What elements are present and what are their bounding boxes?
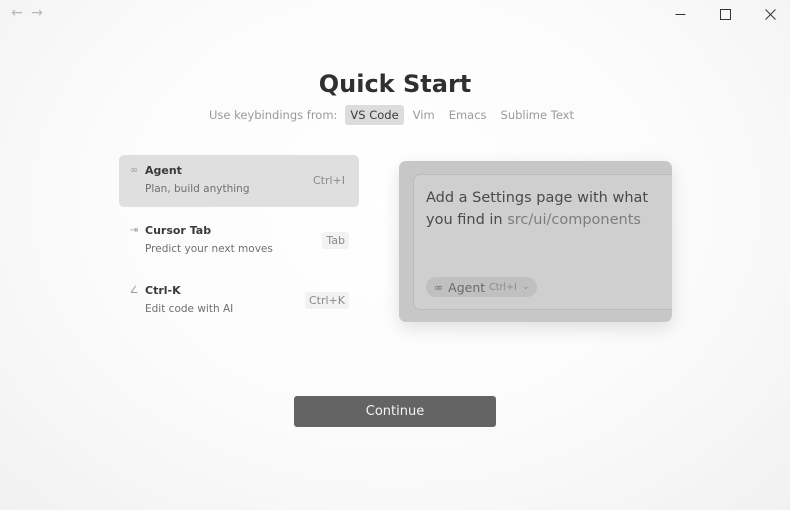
- mode-selector[interactable]: ∞ Agent Ctrl+I ⌄: [426, 277, 538, 297]
- keybindings-selector: Use keybindings from: VS Code Vim Emacs …: [0, 105, 790, 125]
- mode-shortcut: Ctrl+I: [489, 281, 517, 293]
- title-bar: ← →: [0, 0, 790, 28]
- pencil-icon: ∠: [129, 285, 139, 296]
- keybinding-option-vim[interactable]: Vim: [408, 105, 440, 125]
- feature-title: Cursor Tab: [145, 224, 212, 237]
- tab-arrow-icon: ⇥: [129, 225, 139, 236]
- maximize-icon[interactable]: [702, 0, 748, 28]
- feature-description: Predict your next moves: [145, 243, 273, 255]
- keybinding-option-sublime[interactable]: Sublime Text: [496, 105, 579, 125]
- demo-prompt-text: Add a Settings page with what you find i…: [426, 187, 664, 231]
- infinity-icon: ∞: [434, 280, 444, 294]
- arrow-right-icon[interactable]: →: [29, 5, 45, 21]
- keybinding-option-emacs[interactable]: Emacs: [444, 105, 492, 125]
- feature-shortcut: Ctrl+K: [304, 292, 349, 309]
- mode-label: Agent: [448, 279, 486, 295]
- continue-button[interactable]: Continue: [294, 396, 496, 427]
- feature-item-cursor-tab[interactable]: ⇥ Cursor Tab Predict your next moves Tab: [119, 215, 359, 267]
- feature-item-agent[interactable]: ∞ Agent Plan, build anything Ctrl+I: [119, 155, 359, 207]
- close-icon[interactable]: [747, 0, 790, 28]
- demo-preview-panel: Add a Settings page with what you find i…: [399, 161, 672, 322]
- chevron-down-icon: ⌄: [521, 282, 530, 292]
- feature-item-ctrl-k[interactable]: ∠ Ctrl-K Edit code with AI Ctrl+K: [119, 275, 359, 327]
- prompt-path: src/ui/components: [507, 212, 641, 228]
- arrow-left-icon[interactable]: ←: [9, 5, 25, 21]
- feature-list: ∞ Agent Plan, build anything Ctrl+I ⇥ Cu…: [119, 155, 359, 335]
- feature-shortcut: Ctrl+I: [312, 174, 345, 187]
- minimize-icon[interactable]: [657, 0, 703, 28]
- infinity-icon: ∞: [129, 165, 139, 176]
- keybindings-label: Use keybindings from:: [208, 108, 338, 122]
- demo-prompt-box: Add a Settings page with what you find i…: [413, 174, 672, 310]
- keybinding-option-vscode[interactable]: VS Code: [345, 105, 404, 125]
- feature-shortcut: Tab: [322, 232, 349, 249]
- page-title: Quick Start: [318, 70, 472, 98]
